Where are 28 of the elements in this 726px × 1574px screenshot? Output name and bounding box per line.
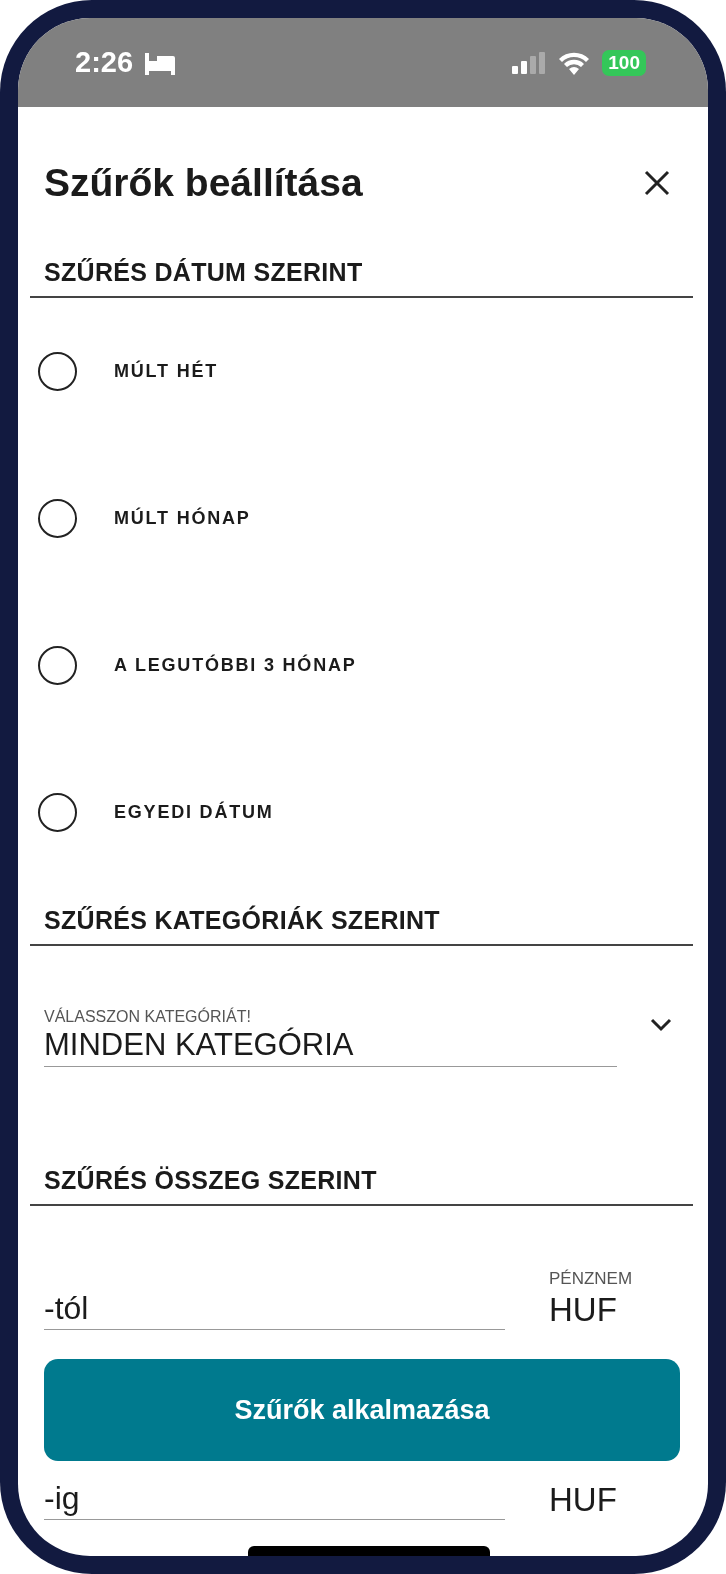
- sheet-title: Szűrők beállítása: [44, 160, 363, 206]
- dropdown-label: VÁLASSZON KATEGÓRIÁT!: [44, 1008, 252, 1026]
- currency-label: PÉNZNEM: [549, 1268, 633, 1290]
- section-heading: SZŰRÉS DÁTUM SZERINT: [44, 258, 363, 286]
- dropdown-value: MINDEN KATEGÓRIA: [44, 1026, 355, 1064]
- radio-button[interactable]: [38, 646, 77, 685]
- battery-level: 100: [602, 49, 646, 76]
- amount-field[interactable]: -tól: [44, 1290, 505, 1330]
- currency-selector[interactable]: HUF: [549, 1290, 633, 1330]
- chevron-down-icon[interactable]: [650, 1017, 672, 1032]
- option-label[interactable]: MÚLT HÉT: [114, 361, 219, 382]
- option-label[interactable]: A LEGUTÓBBI 3 HÓNAP: [114, 655, 357, 676]
- bed-icon: [143, 50, 178, 75]
- option-label[interactable]: EGYEDI DÁTUM: [114, 802, 274, 823]
- section-heading: SZŰRÉS ÖSSZEG SZERINT: [44, 1166, 377, 1194]
- close-icon[interactable]: [644, 170, 670, 196]
- radio-button[interactable]: [38, 352, 77, 391]
- option-label[interactable]: MÚLT HÓNAP: [114, 508, 251, 529]
- radio-button[interactable]: [38, 793, 77, 832]
- category-dropdown[interactable]: VÁLASSZON KATEGÓRIÁT! MINDEN KATEGÓRIA: [44, 1008, 617, 1067]
- wifi-icon: [558, 50, 591, 75]
- apply-button[interactable]: Szűrők alkalmazása: [44, 1359, 680, 1461]
- signal-icon: [512, 51, 547, 74]
- section-heading: SZŰRÉS KATEGÓRIÁK SZERINT: [44, 906, 440, 934]
- time: 2:26: [75, 46, 134, 79]
- amount-field[interactable]: -ig: [44, 1480, 505, 1520]
- radio-button[interactable]: [38, 499, 77, 538]
- currency-selector[interactable]: HUF: [549, 1480, 617, 1520]
